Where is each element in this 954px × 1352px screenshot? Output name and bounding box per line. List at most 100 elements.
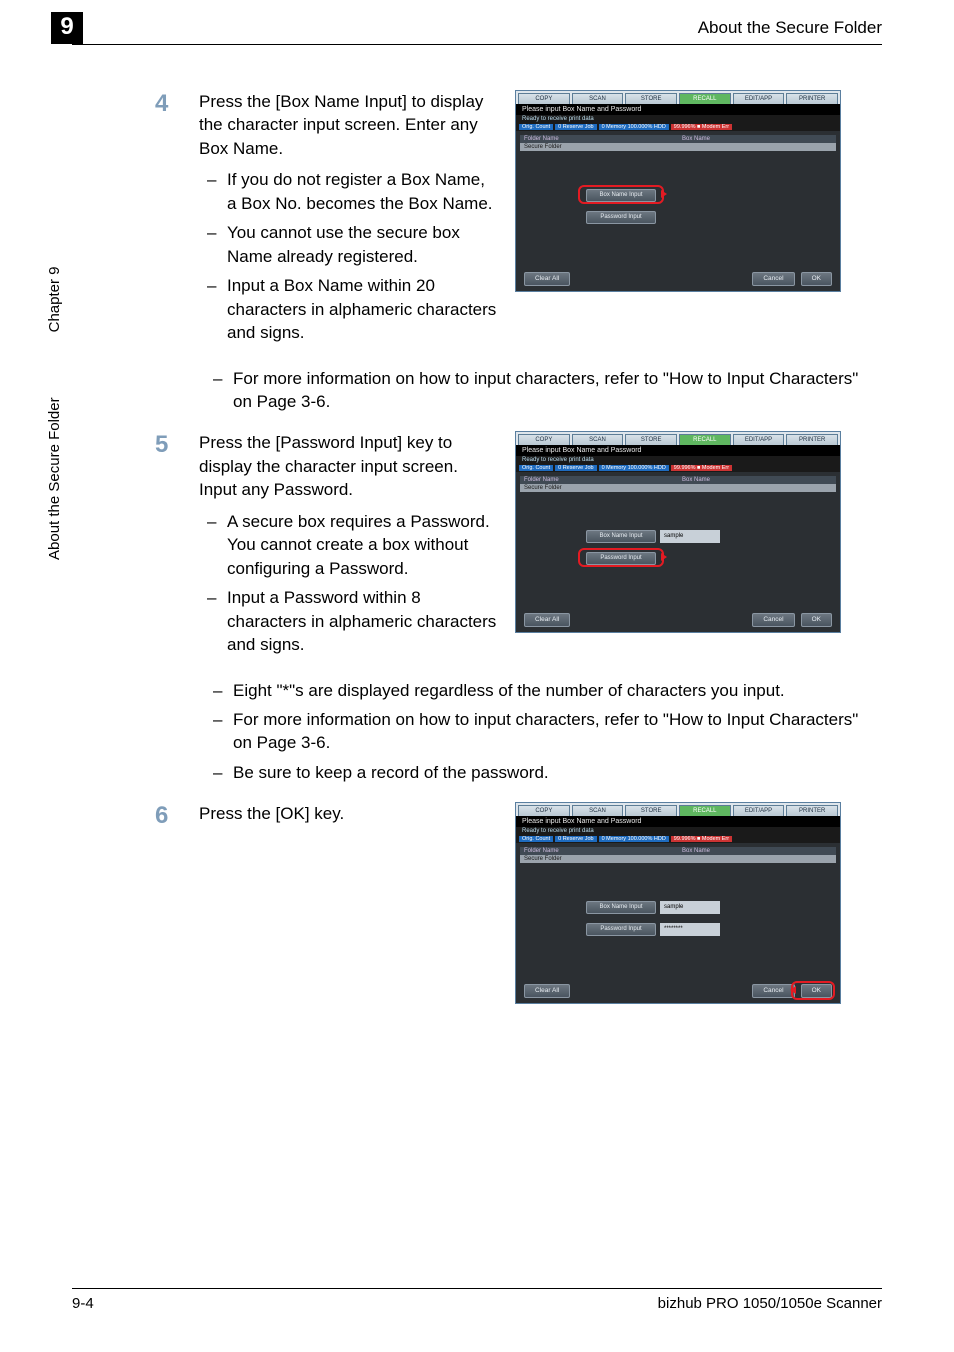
status-origcount: Orig. Count — [519, 465, 553, 471]
status-reservejob: 0 Reserve Job — [555, 465, 596, 471]
box-name-input-button[interactable]: Box Name Input — [586, 189, 656, 202]
list-item: Input a Password within 8 characters in … — [199, 586, 499, 656]
list-item: Be sure to keep a record of the password… — [205, 761, 880, 784]
folder-row-item: Secure Folder — [524, 856, 678, 862]
step-5-sublist: A secure box requires a Password. You ca… — [199, 510, 499, 657]
device-tab: COPY — [518, 805, 570, 816]
status-modem-error: 99.996% ■ Modem Err — [671, 836, 732, 842]
device-prompt: Please input Box Name and Password — [516, 816, 840, 827]
col-folder-name: Folder Name — [520, 847, 678, 855]
device-status-line: Ready to receive print data — [516, 827, 840, 835]
status-origcount: Orig. Count — [519, 836, 553, 842]
step-number: 4 — [155, 90, 177, 118]
folder-row-item: Secure Folder — [524, 485, 678, 491]
device-tab-active: RECALL — [679, 434, 731, 445]
list-item: Eight "*"s are displayed regardless of t… — [205, 679, 880, 702]
ok-button[interactable]: OK — [801, 613, 832, 627]
password-value-field: ******** — [660, 923, 720, 936]
red-highlight-pointer — [790, 986, 796, 994]
box-name-input-button[interactable]: Box Name Input — [586, 901, 656, 914]
device-tab: COPY — [518, 93, 570, 104]
device-tab: SCAN — [572, 805, 624, 816]
col-box-name: Box Name — [678, 476, 836, 484]
device-tab: EDIT/APP — [733, 434, 785, 445]
list-item: Input a Box Name within 20 characters in… — [199, 274, 499, 344]
status-memory: 0 Memory 100.000% HDD — [599, 465, 669, 471]
device-status-line: Ready to receive print data — [516, 456, 840, 464]
password-input-button[interactable]: Password Input — [586, 923, 656, 936]
side-section-title: About the Secure Folder — [46, 397, 63, 560]
device-tab: PRINTER — [786, 805, 838, 816]
ok-button[interactable]: OK — [801, 272, 832, 286]
step-number: 5 — [155, 431, 177, 459]
folder-row-item: Secure Folder — [524, 144, 678, 150]
step-lead-text: Press the [OK] key. — [199, 802, 499, 825]
list-item: You cannot use the secure box Name alrea… — [199, 221, 499, 268]
step-lead-text: Press the [Box Name Input] to display th… — [199, 90, 499, 160]
col-folder-name: Folder Name — [520, 135, 678, 143]
step-6: 6 Press the [OK] key. COPY SCAN STORE RE… — [155, 802, 882, 1004]
footer-product-name: bizhub PRO 1050/1050e Scanner — [658, 1295, 882, 1312]
cancel-button[interactable]: Cancel — [752, 984, 794, 998]
device-prompt: Please input Box Name and Password — [516, 445, 840, 456]
box-name-input-button[interactable]: Box Name Input — [586, 530, 656, 543]
device-status-meters: Orig. Count 0 Reserve Job 0 Memory 100.0… — [516, 464, 840, 472]
password-input-button[interactable]: Password Input — [586, 211, 656, 224]
device-screenshot-1: COPY SCAN STORE RECALL EDIT/APP PRINTER … — [515, 90, 841, 292]
status-modem-error: 99.996% ■ Modem Err — [671, 465, 732, 471]
device-tab: STORE — [625, 93, 677, 104]
device-tab: PRINTER — [786, 434, 838, 445]
status-modem-error: 99.996% ■ Modem Err — [671, 124, 732, 130]
clear-all-button[interactable]: Clear All — [524, 613, 570, 627]
step-5-below-list: Eight "*"s are displayed regardless of t… — [205, 679, 880, 785]
clear-all-button[interactable]: Clear All — [524, 984, 570, 998]
list-item: For more information on how to input cha… — [205, 708, 880, 755]
device-tab: EDIT/APP — [733, 805, 785, 816]
list-item: A secure box requires a Password. You ca… — [199, 510, 499, 580]
password-input-button[interactable]: Password Input — [586, 552, 656, 565]
col-box-name: Box Name — [678, 847, 836, 855]
device-tab: EDIT/APP — [733, 93, 785, 104]
device-tab: STORE — [625, 805, 677, 816]
list-item: For more information on how to input cha… — [205, 367, 880, 414]
page-header: About the Secure Folder — [72, 18, 882, 45]
status-memory: 0 Memory 100.000% HDD — [599, 836, 669, 842]
red-highlight-pointer — [661, 553, 667, 561]
device-tab-active: RECALL — [679, 93, 731, 104]
box-name-value-field: sample — [660, 901, 720, 914]
status-reservejob: 0 Reserve Job — [555, 124, 596, 130]
col-box-name: Box Name — [678, 135, 836, 143]
device-tab: COPY — [518, 434, 570, 445]
footer-page-number: 9-4 — [72, 1295, 94, 1312]
list-item: If you do not register a Box Name, a Box… — [199, 168, 499, 215]
step-4-below-list: For more information on how to input cha… — [205, 367, 880, 414]
device-prompt: Please input Box Name and Password — [516, 104, 840, 115]
step-number: 6 — [155, 802, 177, 830]
device-tab: PRINTER — [786, 93, 838, 104]
page-footer: 9-4 bizhub PRO 1050/1050e Scanner — [72, 1288, 882, 1312]
device-status-line: Ready to receive print data — [516, 115, 840, 123]
device-screenshot-3: COPY SCAN STORE RECALL EDIT/APP PRINTER … — [515, 802, 841, 1004]
ok-button[interactable]: OK — [801, 984, 832, 998]
col-folder-name: Folder Name — [520, 476, 678, 484]
device-tab-active: RECALL — [679, 805, 731, 816]
device-status-meters: Orig. Count 0 Reserve Job 0 Memory 100.0… — [516, 123, 840, 131]
step-lead-text: Press the [Password Input] key to displa… — [199, 431, 499, 501]
red-highlight-pointer — [661, 190, 667, 198]
device-tab: STORE — [625, 434, 677, 445]
cancel-button[interactable]: Cancel — [752, 272, 794, 286]
status-memory: 0 Memory 100.000% HDD — [599, 124, 669, 130]
side-chapter-label: Chapter 9 — [46, 267, 63, 333]
clear-all-button[interactable]: Clear All — [524, 272, 570, 286]
device-screenshot-2: COPY SCAN STORE RECALL EDIT/APP PRINTER … — [515, 431, 841, 633]
step-4: 4 Press the [Box Name Input] to display … — [155, 90, 882, 351]
device-status-meters: Orig. Count 0 Reserve Job 0 Memory 100.0… — [516, 835, 840, 843]
step-5: 5 Press the [Password Input] key to disp… — [155, 431, 882, 662]
device-tab: SCAN — [572, 93, 624, 104]
box-name-value-field: sample — [660, 530, 720, 543]
cancel-button[interactable]: Cancel — [752, 613, 794, 627]
device-tab: SCAN — [572, 434, 624, 445]
step-4-sublist: If you do not register a Box Name, a Box… — [199, 168, 499, 344]
status-origcount: Orig. Count — [519, 124, 553, 130]
side-tab-text: About the Secure Folder Chapter 9 — [46, 267, 63, 560]
